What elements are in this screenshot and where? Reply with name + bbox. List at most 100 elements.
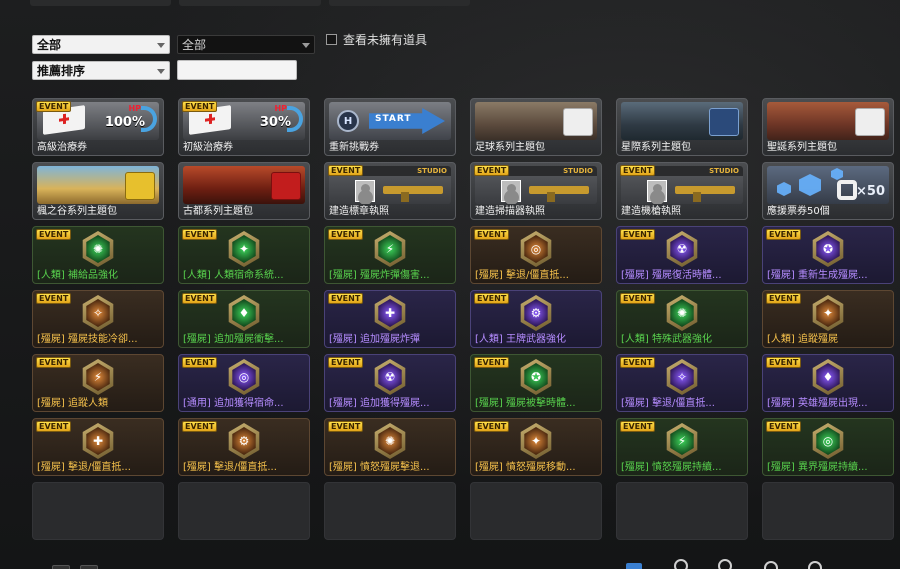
item-card[interactable]: EVENT ◎ [殭屍] 異界殭屍持續... bbox=[762, 418, 894, 476]
item-card[interactable]: EVENT ✧ [殭屍] 擊退/僵直抵... bbox=[616, 354, 748, 412]
bottom-tab[interactable] bbox=[80, 565, 98, 569]
event-badge: EVENT bbox=[620, 165, 656, 176]
item-card[interactable]: EVENT STUDIO 建造機槍執照 bbox=[616, 162, 748, 220]
item-card[interactable]: EVENT ✚ [殭屍] 擊退/僵直抵... bbox=[32, 418, 164, 476]
item-card[interactable]: EVENT ✧ [殭屍] 殭屍技能冷卻... bbox=[32, 290, 164, 348]
subcategory-select[interactable]: 全部 bbox=[177, 35, 315, 54]
cheer-ticket-icon: ×50 bbox=[767, 166, 889, 204]
item-label: 建造掃描器執照 bbox=[475, 206, 545, 217]
item-card[interactable]: 星際系列主題包 bbox=[616, 98, 748, 156]
item-label: [殭屍] 殭屍被擊時體... bbox=[475, 398, 576, 409]
buff-emblem-icon: ◎ bbox=[519, 231, 553, 267]
buff-emblem-icon: ✧ bbox=[81, 295, 115, 331]
item-card[interactable]: EVENT STUDIO 建造標章執照 bbox=[324, 162, 456, 220]
event-badge: EVENT bbox=[474, 421, 510, 432]
search-icon[interactable] bbox=[674, 559, 688, 569]
buff-emblem-icon: ♦ bbox=[811, 359, 845, 395]
item-card[interactable]: EVENT ☢ [殭屍] 殭屍復活時體... bbox=[616, 226, 748, 284]
item-card[interactable]: EVENT ⚡ [殭屍] 憤怒殭屍持續... bbox=[616, 418, 748, 476]
top-tab[interactable] bbox=[30, 0, 172, 6]
item-card[interactable]: 楓之谷系列主題包 bbox=[32, 162, 164, 220]
item-card[interactable]: H START 重新挑戰券 bbox=[324, 98, 456, 156]
event-badge: EVENT bbox=[766, 293, 802, 304]
item-label: [殭屍] 殭屍炸彈傷害... bbox=[329, 270, 430, 281]
item-card[interactable]: EVENT ✺ [人類] 特殊武器強化 bbox=[616, 290, 748, 348]
event-badge: EVENT bbox=[474, 293, 510, 304]
top-tab[interactable] bbox=[179, 0, 321, 6]
item-label: [人類] 追蹤殭屍 bbox=[767, 334, 838, 345]
hp-value: 30% bbox=[259, 115, 291, 130]
item-card[interactable]: EVENT ◎ [殭屍] 擊退/僵直抵... bbox=[470, 226, 602, 284]
item-card[interactable]: EVENT ⚡ [殭屍] 殭屍炸彈傷害... bbox=[324, 226, 456, 284]
shop-icon[interactable] bbox=[626, 563, 642, 569]
item-label: 建造標章執照 bbox=[329, 206, 389, 217]
category-select-value: 全部 bbox=[37, 38, 62, 52]
item-label: 應援票券50個 bbox=[767, 206, 830, 217]
item-card[interactable]: EVENT ✺ [殭屍] 憤怒殭屍擊退... bbox=[324, 418, 456, 476]
item-card[interactable]: EVENT ◎ [通用] 追加獲得宿命... bbox=[178, 354, 310, 412]
item-label: [殭屍] 英雄殭屍出現... bbox=[767, 398, 868, 409]
event-badge: EVENT bbox=[36, 293, 72, 304]
studio-text: STUDIO bbox=[563, 167, 593, 175]
item-card[interactable]: EVENT ✪ [殭屍] 殭屍被擊時體... bbox=[470, 354, 602, 412]
buff-emblem-icon: ✪ bbox=[811, 231, 845, 267]
buff-emblem-icon: ⚙ bbox=[519, 295, 553, 331]
event-badge: EVENT bbox=[182, 293, 218, 304]
item-label: 建造機槍執照 bbox=[621, 206, 681, 217]
buff-emblem-icon: ✦ bbox=[811, 295, 845, 331]
item-card[interactable]: EVENT HP 30% 初級治療券 bbox=[178, 98, 310, 156]
sort-select[interactable]: 推薦排序 bbox=[32, 61, 170, 80]
theme-package-icon bbox=[37, 166, 159, 204]
item-card[interactable]: EVENT ✦ [人類] 追蹤殭屍 bbox=[762, 290, 894, 348]
item-label: [殭屍] 追蹤人類 bbox=[37, 398, 108, 409]
unowned-items-toggle[interactable]: 查看未擁有道具 bbox=[326, 31, 427, 48]
item-label: [人類] 王牌武器強化 bbox=[475, 334, 566, 345]
item-label: 古都系列主題包 bbox=[183, 206, 253, 217]
empty-item-slot bbox=[324, 482, 456, 540]
item-card[interactable]: EVENT STUDIO 建造掃描器執照 bbox=[470, 162, 602, 220]
item-card[interactable]: EVENT ✪ [殭屍] 重新生成殭屍... bbox=[762, 226, 894, 284]
profile-icon[interactable] bbox=[764, 561, 778, 569]
item-label: 高級治療券 bbox=[37, 142, 87, 153]
event-badge: EVENT bbox=[328, 165, 364, 176]
item-card[interactable]: EVENT ⚙ [殭屍] 擊退/僵直抵... bbox=[178, 418, 310, 476]
item-card[interactable]: EVENT ✚ [殭屍] 追加殭屍炸彈 bbox=[324, 290, 456, 348]
item-card[interactable]: EVENT ♦ [殭屍] 追加殭屍衝擊... bbox=[178, 290, 310, 348]
item-card[interactable]: EVENT ⚡ [殭屍] 追蹤人類 bbox=[32, 354, 164, 412]
settings-icon[interactable] bbox=[718, 559, 732, 569]
category-select[interactable]: 全部 bbox=[32, 35, 170, 54]
event-badge: EVENT bbox=[182, 421, 218, 432]
event-badge: EVENT bbox=[474, 229, 510, 240]
empty-item-slot bbox=[616, 482, 748, 540]
item-card[interactable]: EVENT ✦ [殭屍] 憤怒殭屍移動... bbox=[470, 418, 602, 476]
top-tab[interactable] bbox=[328, 0, 470, 6]
item-card[interactable]: ×50 應援票券50個 bbox=[762, 162, 894, 220]
item-card[interactable]: EVENT HP 100% 高級治療券 bbox=[32, 98, 164, 156]
item-label: 楓之谷系列主題包 bbox=[37, 206, 117, 217]
item-card[interactable]: EVENT ✺ [人類] 補給品強化 bbox=[32, 226, 164, 284]
item-card[interactable]: EVENT ☢ [殭屍] 追加獲得殭屍... bbox=[324, 354, 456, 412]
hp-value: 100% bbox=[104, 115, 145, 130]
ticket-count: ×50 bbox=[856, 184, 885, 199]
friends-icon[interactable] bbox=[808, 561, 822, 569]
buff-emblem-icon: ♦ bbox=[227, 295, 261, 331]
buff-emblem-icon: ✪ bbox=[519, 359, 553, 395]
chevron-down-icon bbox=[302, 43, 310, 48]
buff-emblem-icon: ⚡ bbox=[665, 423, 699, 459]
item-card[interactable]: 足球系列主題包 bbox=[470, 98, 602, 156]
item-label: 初級治療券 bbox=[183, 142, 233, 153]
bottom-tab[interactable] bbox=[52, 565, 70, 569]
unowned-checkbox[interactable] bbox=[326, 34, 337, 45]
buff-emblem-icon: ✦ bbox=[519, 423, 553, 459]
item-label: [殭屍] 擊退/僵直抵... bbox=[475, 270, 569, 281]
item-card[interactable]: EVENT ⚙ [人類] 王牌武器強化 bbox=[470, 290, 602, 348]
item-card[interactable]: EVENT ✦ [人類] 人類宿命系統... bbox=[178, 226, 310, 284]
item-card[interactable]: EVENT ♦ [殭屍] 英雄殭屍出現... bbox=[762, 354, 894, 412]
buff-emblem-icon: ✺ bbox=[665, 295, 699, 331]
item-label: [殭屍] 追加獲得殭屍... bbox=[329, 398, 430, 409]
item-label: [通用] 追加獲得宿命... bbox=[183, 398, 284, 409]
item-label: [人類] 人類宿命系統... bbox=[183, 270, 284, 281]
item-card[interactable]: 古都系列主題包 bbox=[178, 162, 310, 220]
item-card[interactable]: 聖誕系列主題包 bbox=[762, 98, 894, 156]
search-input[interactable] bbox=[177, 60, 297, 80]
